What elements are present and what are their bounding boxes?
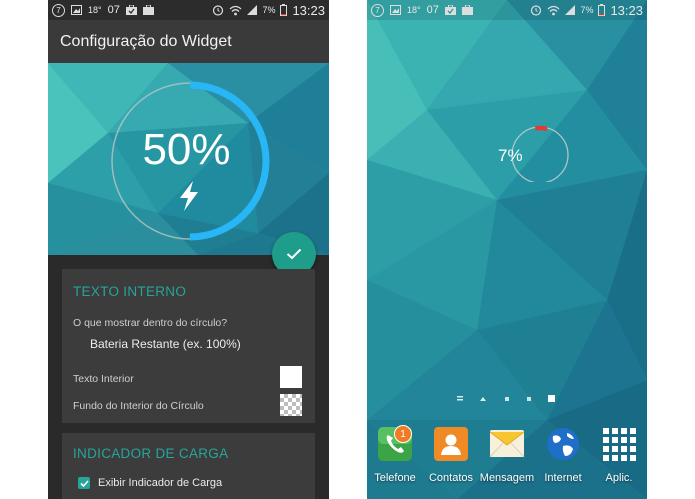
inner-text-card-title: TEXTO INTERNO (73, 284, 187, 299)
preview-battery-percent: 50% (142, 125, 231, 174)
inner-content-question: O que mostrar dentro do círculo? (73, 317, 228, 329)
contacts-icon (434, 427, 468, 461)
wifi-icon (548, 5, 560, 15)
charging-bolt-icon (180, 181, 198, 211)
battery-icon (598, 4, 606, 16)
signal-icon (565, 5, 576, 15)
battery-percent: 7% (580, 5, 594, 15)
temperature: 18° (407, 5, 421, 15)
inner-content-select[interactable]: Bateria Restante (ex. 100%) (90, 337, 241, 351)
message-icon (489, 430, 525, 458)
charge-indicator-label: Exibir Indicador de Carga (98, 477, 223, 489)
inner-text-color-swatch[interactable] (280, 366, 302, 388)
date-number: 07 (107, 4, 120, 16)
phone-badge: 1 (394, 425, 412, 443)
charge-indicator-card: INDICADOR DE CARGA Exibir Indicador de C… (62, 433, 315, 499)
charge-indicator-row[interactable]: Exibir Indicador de Carga (62, 462, 315, 492)
widget-config-screen: 7 18° 07 7% 13:23 Configuração do Widget (48, 0, 329, 499)
battery-widget-percent: 7% (498, 146, 523, 165)
briefcase-icon (461, 5, 473, 15)
dock-label: Aplic. (605, 472, 633, 484)
page-indicator (367, 392, 647, 404)
status-bar: 7 18° 07 7% 13:23 (48, 0, 329, 20)
page-indicator-dots (457, 395, 555, 402)
signal-icon (247, 5, 258, 15)
inner-bg-color-swatch[interactable] (280, 394, 302, 416)
clock: 13:23 (610, 2, 643, 18)
date-number: 07 (426, 4, 439, 16)
clock: 13:23 (292, 2, 325, 18)
apps-grid-icon (603, 428, 636, 461)
globe-icon (547, 428, 579, 460)
alarm-icon (213, 5, 224, 16)
briefcase-check-icon (125, 5, 137, 15)
wifi-icon (230, 5, 242, 15)
battery-icon (280, 4, 288, 16)
status-bar: 7 18° 07 7% 13:23 (367, 0, 647, 20)
charge-card-title: INDICADOR DE CARGA (73, 446, 229, 461)
temperature: 18° (88, 5, 102, 15)
notification-count: 7 (371, 3, 384, 17)
check-icon (79, 479, 89, 487)
check-icon (286, 248, 302, 260)
briefcase-check-icon (444, 5, 456, 15)
widget-preview: 50% (48, 63, 329, 255)
home-screen: 7 18° 07 7% 13:23 7% 1 Telefone Contatos… (367, 0, 647, 499)
alarm-icon (531, 5, 542, 16)
charge-indicator-checkbox[interactable] (78, 477, 90, 489)
page-title: Configuração do Widget (60, 32, 232, 50)
app-bar: Configuração do Widget (48, 20, 329, 63)
notification-count: 7 (52, 3, 65, 17)
wallpaper-background (367, 0, 647, 499)
gallery-icon (390, 5, 401, 15)
gallery-icon (71, 5, 82, 15)
battery-percent: 7% (262, 5, 276, 15)
inner-bg-color-label: Fundo do Interior do Círculo (73, 400, 204, 412)
inner-text-card: TEXTO INTERNO O que mostrar dentro do cí… (62, 269, 315, 423)
inner-text-color-label: Texto Interior (73, 373, 134, 385)
briefcase-icon (142, 5, 154, 15)
